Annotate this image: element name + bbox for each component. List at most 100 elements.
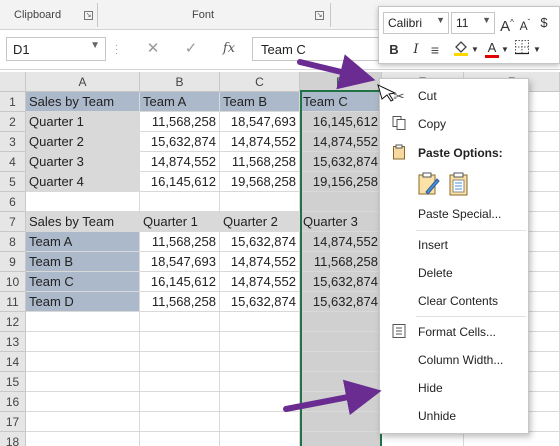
grid-cell[interactable]: 16,145,612 — [140, 272, 220, 292]
grid-cell[interactable]: 15,632,874 — [140, 132, 220, 152]
menu-item-delete[interactable]: Delete — [380, 260, 528, 286]
column-header-b[interactable]: B — [140, 72, 220, 92]
row-header[interactable]: 4 — [0, 152, 26, 172]
grid-cell[interactable] — [26, 332, 140, 352]
row-header[interactable]: 10 — [0, 272, 26, 292]
grid-cell[interactable]: 11,568,258 — [140, 112, 220, 132]
grid-cell[interactable]: Sales by Team — [26, 92, 140, 112]
align-center-icon[interactable]: ≡ — [429, 39, 441, 61]
grid-cell[interactable]: Quarter 2 — [220, 212, 300, 232]
row-header[interactable]: 14 — [0, 352, 26, 372]
grid-cell[interactable]: 11,568,258 — [140, 292, 220, 312]
grid-cell[interactable]: 15,632,874 — [220, 292, 300, 312]
row-header[interactable]: 15 — [0, 372, 26, 392]
grid-cell[interactable]: 14,874,552 — [300, 232, 382, 252]
grid-cell[interactable] — [300, 312, 382, 332]
grid-cell[interactable]: Quarter 3 — [300, 212, 382, 232]
row-header[interactable]: 17 — [0, 412, 26, 432]
select-all-corner[interactable] — [0, 72, 26, 92]
row-header[interactable]: 5 — [0, 172, 26, 192]
grid-cell[interactable]: 15,632,874 — [300, 272, 382, 292]
grid-cell[interactable]: Sales by Team — [26, 212, 140, 232]
grid-cell[interactable]: 14,874,552 — [220, 272, 300, 292]
menu-item-copy[interactable]: Copy — [380, 111, 528, 137]
chevron-down-icon[interactable]: ▼ — [482, 15, 491, 25]
row-header[interactable]: 6 — [0, 192, 26, 212]
column-header-c[interactable]: C — [220, 72, 300, 92]
grid-cell[interactable]: 18,547,693 — [220, 112, 300, 132]
font-size-select[interactable]: 11 ▼ — [451, 12, 495, 34]
row-header[interactable]: 12 — [0, 312, 26, 332]
row-header[interactable]: 7 — [0, 212, 26, 232]
menu-item-insert[interactable]: Insert — [380, 232, 528, 258]
name-box[interactable]: D1 ▼ — [6, 37, 106, 61]
grid-cell[interactable]: Team A — [140, 92, 220, 112]
row-header[interactable]: 1 — [0, 92, 26, 112]
grid-cell[interactable] — [26, 392, 140, 412]
grid-cell[interactable] — [140, 392, 220, 412]
row-header[interactable]: 8 — [0, 232, 26, 252]
chevron-down-icon[interactable]: ▼ — [533, 39, 541, 61]
grid-cell[interactable]: 11,568,258 — [220, 152, 300, 172]
grid-cell[interactable] — [26, 432, 140, 446]
grid-cell[interactable] — [140, 432, 220, 446]
grid-cell[interactable] — [140, 312, 220, 332]
grid-cell[interactable]: 19,156,258 — [300, 172, 382, 192]
grid-cell[interactable]: 16,145,612 — [140, 172, 220, 192]
grid-cell[interactable] — [26, 372, 140, 392]
grid-cell[interactable] — [220, 352, 300, 372]
grid-cell[interactable] — [464, 432, 560, 446]
font-name-select[interactable]: Calibri ▼ — [383, 12, 449, 34]
grid-cell[interactable]: 15,632,874 — [300, 292, 382, 312]
grid-cell[interactable]: 14,874,552 — [300, 132, 382, 152]
font-launcher-icon[interactable]: ↘ — [315, 11, 324, 20]
menu-item-paste-special[interactable]: Paste Special... — [380, 201, 528, 227]
grid-cell[interactable] — [300, 352, 382, 372]
resize-handle-icon[interactable]: · · · — [115, 41, 118, 59]
insert-function-icon[interactable]: fx — [216, 37, 242, 61]
enter-icon[interactable]: ✓ — [178, 37, 204, 61]
grid-cell[interactable]: Quarter 2 — [26, 132, 140, 152]
grid-cell[interactable]: 15,632,874 — [220, 232, 300, 252]
menu-item-cut[interactable]: ✂ Cut — [380, 83, 528, 109]
paste-values-icon[interactable] — [446, 171, 472, 197]
menu-item-clear-contents[interactable]: Clear Contents — [380, 288, 528, 314]
grid-cell[interactable]: Quarter 4 — [26, 172, 140, 192]
grid-cell[interactable] — [140, 352, 220, 372]
column-header-d[interactable]: D — [300, 72, 382, 92]
grid-cell[interactable]: 18,547,693 — [140, 252, 220, 272]
shrink-font-button[interactable]: Aˇ — [517, 12, 533, 34]
grid-cell[interactable] — [26, 352, 140, 372]
grid-cell[interactable] — [220, 392, 300, 412]
grid-cell[interactable]: Quarter 1 — [140, 212, 220, 232]
grid-cell[interactable] — [26, 312, 140, 332]
row-header[interactable]: 11 — [0, 292, 26, 312]
bold-button[interactable]: B — [385, 39, 403, 61]
grid-cell[interactable]: Team B — [220, 92, 300, 112]
chevron-down-icon[interactable]: ▼ — [90, 40, 100, 51]
paste-formatting-icon[interactable] — [416, 171, 442, 197]
chevron-down-icon[interactable]: ▼ — [436, 15, 445, 25]
grid-cell[interactable] — [140, 192, 220, 212]
grid-cell[interactable] — [140, 412, 220, 432]
menu-item-format-cells[interactable]: Format Cells... — [380, 319, 528, 345]
font-color-button[interactable]: A — [483, 37, 501, 59]
grid-cell[interactable] — [300, 372, 382, 392]
grid-cell[interactable]: 11,568,258 — [300, 252, 382, 272]
grid-cell[interactable] — [26, 412, 140, 432]
grid-cell[interactable]: 15,632,874 — [300, 152, 382, 172]
chevron-down-icon[interactable]: ▼ — [501, 39, 509, 61]
row-header[interactable]: 18 — [0, 432, 26, 446]
grid-cell[interactable] — [140, 372, 220, 392]
menu-item-unhide[interactable]: Unhide — [380, 403, 528, 429]
cancel-icon[interactable]: ✕ — [140, 37, 166, 61]
grid-cell[interactable]: Quarter 1 — [26, 112, 140, 132]
row-header[interactable]: 16 — [0, 392, 26, 412]
row-header[interactable]: 2 — [0, 112, 26, 132]
fill-color-button[interactable] — [451, 39, 471, 61]
grid-cell[interactable] — [140, 332, 220, 352]
grid-cell[interactable] — [220, 372, 300, 392]
grow-font-button[interactable]: A^ — [499, 12, 515, 35]
grid-cell[interactable]: Team C — [26, 272, 140, 292]
grid-cell[interactable]: 11,568,258 — [140, 232, 220, 252]
